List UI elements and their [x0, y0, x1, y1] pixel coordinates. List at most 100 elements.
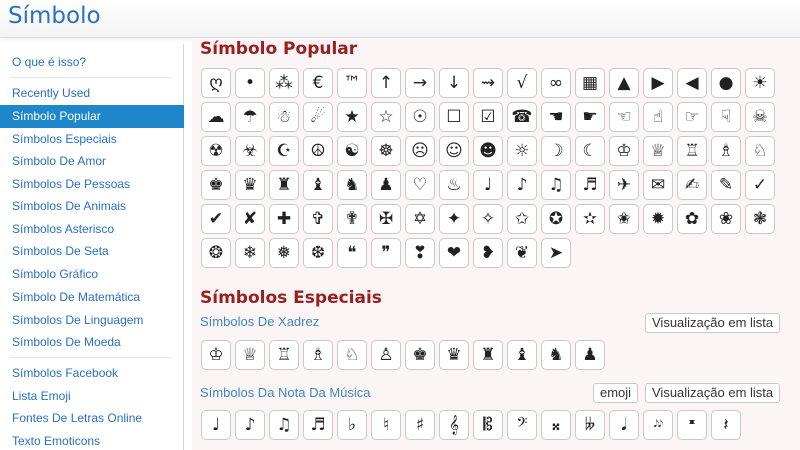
- symbol-tile[interactable]: ❦: [507, 238, 537, 268]
- symbol-tile[interactable]: ❞: [371, 238, 401, 268]
- symbol-tile[interactable]: ♔: [609, 136, 639, 166]
- symbol-tile[interactable]: ✎: [711, 170, 741, 200]
- symbol-tile[interactable]: 𝄽: [711, 410, 741, 440]
- symbol-tile[interactable]: ♟: [371, 170, 401, 200]
- symbol-tile[interactable]: ❥: [473, 238, 503, 268]
- symbol-tile[interactable]: ♮: [371, 410, 401, 440]
- symbol-tile[interactable]: ✬: [609, 204, 639, 234]
- symbol-tile[interactable]: ™: [337, 68, 367, 98]
- sidebar-item-people-symbols[interactable]: Símbolos De Pessoas: [12, 174, 130, 194]
- symbol-tile[interactable]: ✘: [235, 204, 265, 234]
- symbol-tile[interactable]: ♝: [303, 170, 333, 200]
- symbol-tile[interactable]: ❤: [439, 238, 469, 268]
- symbol-tile[interactable]: ☹: [405, 136, 435, 166]
- symbol-tile[interactable]: 𝄢: [507, 410, 537, 440]
- symbol-tile[interactable]: •: [235, 68, 265, 98]
- symbol-tile[interactable]: ☁: [201, 102, 231, 132]
- symbol-tile[interactable]: ☣: [235, 136, 265, 166]
- sidebar-item-love-symbols[interactable]: Símbolo De Amor: [12, 151, 106, 171]
- symbol-tile[interactable]: ♯: [405, 410, 435, 440]
- symbol-tile[interactable]: ☠: [745, 102, 775, 132]
- symbol-tile[interactable]: 𝅘𝅥: [609, 410, 639, 440]
- symbol-tile[interactable]: ☑: [473, 102, 503, 132]
- symbol-tile[interactable]: ☼: [507, 136, 537, 166]
- symbol-tile[interactable]: ☽: [541, 136, 571, 166]
- symbol-tile[interactable]: ♛: [235, 170, 265, 200]
- symbol-tile[interactable]: ☚: [541, 102, 571, 132]
- symbol-tile[interactable]: ↑: [371, 68, 401, 98]
- symbol-tile[interactable]: ☐: [439, 102, 469, 132]
- symbol-tile[interactable]: ✟: [337, 204, 367, 234]
- sidebar-item-emoji-list[interactable]: Lista Emoji: [12, 386, 71, 406]
- symbol-tile[interactable]: ♖: [677, 136, 707, 166]
- chess-list-view-button[interactable]: Visualização em lista: [645, 313, 781, 333]
- symbol-tile[interactable]: ♚: [201, 170, 231, 200]
- symbol-tile[interactable]: ♜: [473, 340, 503, 370]
- symbol-tile[interactable]: ☜: [609, 102, 639, 132]
- symbol-tile[interactable]: ♞: [541, 340, 571, 370]
- sidebar-item-text-emoticons[interactable]: Texto Emoticons: [12, 431, 100, 450]
- music-emoji-button[interactable]: emoji: [593, 383, 639, 403]
- symbol-tile[interactable]: ❝: [337, 238, 367, 268]
- symbol-tile[interactable]: ❀: [711, 204, 741, 234]
- symbol-tile[interactable]: ✍: [677, 170, 707, 200]
- symbol-tile[interactable]: ❆: [303, 238, 333, 268]
- symbol-tile[interactable]: ♛: [439, 340, 469, 370]
- symbol-tile[interactable]: 𝄪: [541, 410, 571, 440]
- symbol-tile[interactable]: ☾: [575, 136, 605, 166]
- symbol-tile[interactable]: ✔: [201, 204, 231, 234]
- symbol-tile[interactable]: ♕: [643, 136, 673, 166]
- symbol-tile[interactable]: ∞: [541, 68, 571, 98]
- sidebar-item-language-symbols[interactable]: Símbolos De Linguagem: [12, 310, 143, 330]
- symbol-tile[interactable]: ✿: [677, 204, 707, 234]
- symbol-tile[interactable]: ღ: [201, 68, 231, 98]
- symbol-tile[interactable]: ❂: [201, 238, 231, 268]
- sidebar-item-facebook-symbols[interactable]: Símbolos Facebook: [12, 363, 118, 383]
- symbol-tile[interactable]: ♫: [269, 410, 299, 440]
- symbol-tile[interactable]: ✹: [643, 204, 673, 234]
- symbol-tile[interactable]: →: [405, 68, 435, 98]
- music-list-view-button[interactable]: Visualização em lista: [645, 383, 781, 403]
- symbol-tile[interactable]: ♗: [303, 340, 333, 370]
- symbol-tile[interactable]: ✦: [439, 204, 469, 234]
- symbol-tile[interactable]: ♩: [201, 410, 231, 440]
- symbol-tile[interactable]: ♬: [303, 410, 333, 440]
- symbol-tile[interactable]: ✈: [609, 170, 639, 200]
- symbol-tile[interactable]: ☛: [575, 102, 605, 132]
- symbol-tile[interactable]: ⇝: [473, 68, 503, 98]
- symbol-tile[interactable]: ❄: [235, 238, 265, 268]
- symbol-tile[interactable]: ☃: [269, 102, 299, 132]
- symbol-tile[interactable]: ♨: [439, 170, 469, 200]
- music-subsection-title[interactable]: Símbolos Da Nota Da Música: [200, 385, 371, 400]
- symbol-tile[interactable]: ★: [337, 102, 367, 132]
- symbol-tile[interactable]: ☂: [235, 102, 265, 132]
- symbol-tile[interactable]: ♔: [201, 340, 231, 370]
- symbol-tile[interactable]: ♖: [269, 340, 299, 370]
- symbol-tile[interactable]: ♗: [711, 136, 741, 166]
- sidebar-item-online-fonts[interactable]: Fontes De Letras Online: [12, 408, 142, 428]
- sidebar-item-graphic-symbols[interactable]: Símbolo Gráfico: [12, 264, 98, 284]
- symbol-tile[interactable]: ♞: [337, 170, 367, 200]
- symbol-tile[interactable]: ☢: [201, 136, 231, 166]
- symbol-tile[interactable]: ☎: [507, 102, 537, 132]
- symbol-tile[interactable]: ✉: [643, 170, 673, 200]
- symbol-tile[interactable]: ✪: [541, 204, 571, 234]
- sidebar-item-recently-used[interactable]: Recently Used: [12, 83, 90, 103]
- sidebar-item-what-is-it[interactable]: O que é isso?: [12, 52, 86, 72]
- symbol-tile[interactable]: ◀: [677, 68, 707, 98]
- symbol-tile[interactable]: 𝄡: [473, 410, 503, 440]
- symbol-tile[interactable]: ✚: [269, 204, 299, 234]
- symbol-tile[interactable]: ♜: [269, 170, 299, 200]
- symbol-tile[interactable]: ☮: [303, 136, 333, 166]
- symbol-tile[interactable]: ♪: [235, 410, 265, 440]
- symbol-tile[interactable]: ♘: [745, 136, 775, 166]
- symbol-tile[interactable]: ❣: [405, 238, 435, 268]
- sidebar-item-asterisk-symbols[interactable]: Símbolos Asterisco: [12, 219, 114, 239]
- symbol-tile[interactable]: ✩: [507, 204, 537, 234]
- symbol-tile[interactable]: ☺: [439, 136, 469, 166]
- chess-subsection-title[interactable]: Símbolos De Xadrez: [200, 314, 319, 329]
- symbol-tile[interactable]: ☆: [371, 102, 401, 132]
- symbol-tile[interactable]: ♭: [337, 410, 367, 440]
- symbol-tile[interactable]: ♝: [507, 340, 537, 370]
- sidebar-item-currency-symbols[interactable]: Símbolos De Moeda: [12, 332, 121, 352]
